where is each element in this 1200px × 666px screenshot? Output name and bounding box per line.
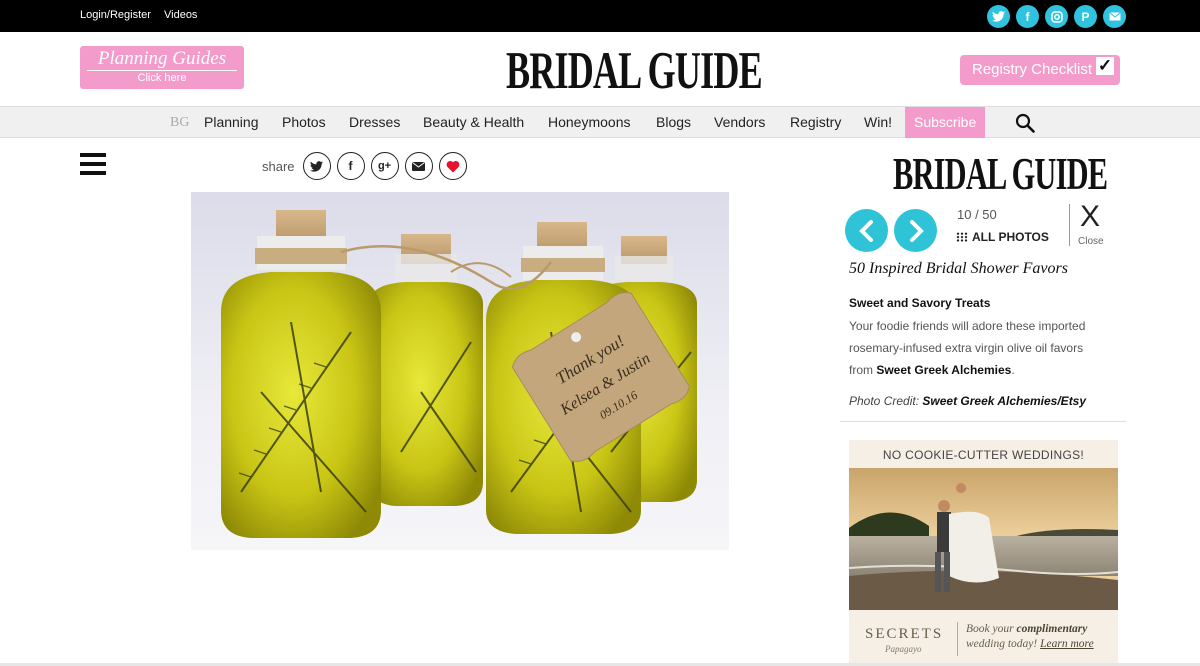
nav-item-photos[interactable]: Photos (282, 107, 326, 138)
favorite-heart-icon[interactable] (438, 152, 467, 180)
photo-counter: 10 / 50 (957, 207, 997, 222)
gallery-photo[interactable]: Thank you! Kelsea & Justin 09.10.16 (191, 192, 729, 550)
email-icon[interactable] (1103, 5, 1126, 28)
facebook-icon[interactable]: f (1016, 5, 1039, 28)
nav-item-blogs[interactable]: Blogs (656, 107, 691, 138)
divider (1069, 204, 1070, 246)
grid-icon (956, 232, 968, 242)
vendor-link[interactable]: Sweet Greek Alchemies (876, 363, 1011, 377)
planning-guides-button[interactable]: Planning Guides Click here (80, 46, 244, 89)
ad-beach-photo (849, 468, 1118, 610)
next-photo-button[interactable] (894, 209, 937, 252)
close-icon[interactable]: X (1080, 200, 1100, 234)
nav-item-registry[interactable]: Registry (790, 107, 841, 138)
olive-oil-bottles-image: Thank you! Kelsea & Justin 09.10.16 (221, 210, 697, 538)
share-twitter-icon[interactable] (302, 152, 331, 180)
nav-item-beauty-health[interactable]: Beauty & Health (423, 107, 524, 138)
ad-headline: NO COOKIE-CUTTER WEDDINGS! (882, 448, 1085, 462)
divider (957, 622, 958, 656)
photo-title: Sweet and Savory Treats (849, 296, 991, 310)
account-links: Login/Register Videos (80, 9, 207, 21)
gallery-title: 50 Inspired Bridal Shower Favors (849, 260, 1068, 277)
pinterest-icon[interactable]: P (1074, 5, 1097, 28)
checkbox-check-icon: ✓ (1096, 56, 1114, 75)
site-logo[interactable]: BRIDAL GUIDE (506, 40, 763, 101)
ad-brand-logo: SECRETS (865, 626, 944, 642)
subscribe-button[interactable]: Subscribe (905, 107, 986, 138)
photo-credit-link[interactable]: Sweet Greek Alchemies/Etsy (922, 394, 1086, 408)
ad-brand-subtitle: Papagayo (885, 644, 922, 654)
share-bar: share f g+ (262, 152, 467, 180)
share-email-icon[interactable] (404, 152, 433, 180)
ad-cta-text: Book your complimentary wedding today! L… (966, 623, 1094, 650)
bottle-back-left (369, 234, 483, 506)
close-label: Close (1078, 236, 1104, 247)
share-facebook-icon[interactable]: f (336, 152, 365, 180)
share-label: share (262, 158, 295, 174)
nav-item-honeymoons[interactable]: Honeymoons (548, 107, 631, 138)
divider (840, 421, 1126, 422)
chevron-left-icon (858, 219, 873, 242)
nav-item-vendors[interactable]: Vendors (714, 107, 765, 138)
bg-monogram: BG (170, 115, 190, 130)
search-icon[interactable] (1015, 113, 1035, 133)
all-photos-button[interactable]: ALL PHOTOS (956, 230, 1049, 244)
registry-checklist-label: Registry Checklist (972, 61, 1093, 78)
hamburger-menu-icon[interactable] (80, 153, 106, 175)
advertisement[interactable]: NO COOKIE-CUTTER WEDDINGS! SECRETS Papag… (849, 440, 1118, 664)
chevron-right-icon (909, 219, 924, 242)
social-icons: f P (987, 5, 1126, 28)
nav-item-win[interactable]: Win! (864, 107, 892, 138)
all-photos-label: ALL PHOTOS (972, 230, 1049, 244)
planning-guides-title: Planning Guides (97, 48, 227, 69)
twitter-icon[interactable] (987, 5, 1010, 28)
videos-link[interactable]: Videos (164, 9, 197, 21)
main-nav: BG Planning Photos Dresses Beauty & Heal… (0, 106, 1200, 138)
instagram-icon[interactable] (1045, 5, 1068, 28)
share-google-plus-icon[interactable]: g+ (370, 152, 399, 180)
gallery-logo: BRIDAL GUIDE (893, 149, 1108, 200)
nav-item-dresses[interactable]: Dresses (349, 107, 400, 138)
login-register-link[interactable]: Login/Register (80, 9, 151, 21)
prev-photo-button[interactable] (845, 209, 888, 252)
top-bar: Login/Register Videos f P (0, 0, 1200, 32)
photo-description: Your foodie friends will adore these imp… (849, 319, 1086, 377)
planning-guides-subtitle: Click here (137, 72, 187, 84)
ad-learn-more-link[interactable]: Learn more (1040, 638, 1094, 650)
photo-credit: Photo Credit: Sweet Greek Alchemies/Etsy (849, 394, 1087, 408)
nav-item-planning[interactable]: Planning (204, 107, 259, 138)
registry-checklist-button[interactable]: Registry Checklist ✓ (960, 55, 1120, 85)
